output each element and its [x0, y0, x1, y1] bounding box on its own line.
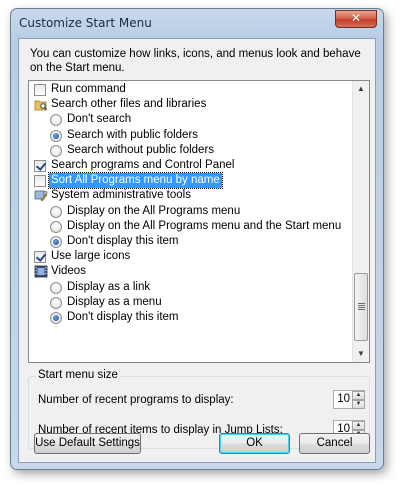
close-icon: ✕	[350, 11, 362, 25]
option-row[interactable]: Don't display this item	[29, 310, 351, 325]
option-label: Display as a link	[67, 280, 151, 293]
option-row[interactable]: Don't display this item	[29, 234, 351, 249]
option-label: Don't search	[67, 113, 132, 126]
spin-up-icon[interactable]: ▲	[352, 391, 365, 400]
scroll-down-arrow-icon[interactable]: ▼	[353, 346, 369, 362]
window-title: Customize Start Menu	[19, 16, 152, 30]
spin-down-icon[interactable]: ▼	[352, 400, 365, 409]
option-row[interactable]: Sort All Programs menu by name	[29, 172, 351, 190]
option-row[interactable]: System administrative tools	[29, 188, 351, 203]
grip-icon	[358, 303, 365, 310]
scrollbar-thumb[interactable]	[354, 273, 368, 341]
option-label: Display as a menu	[67, 295, 162, 308]
option-checkbox[interactable]	[34, 251, 46, 264]
option-label: Sort All Programs menu by name	[48, 172, 223, 190]
title-bar[interactable]: Customize Start Menu ✕	[11, 9, 383, 37]
option-radio[interactable]	[50, 205, 62, 218]
option-row[interactable]: Display as a link	[29, 280, 351, 295]
option-label: Search other files and libraries	[51, 98, 207, 111]
option-radio[interactable]	[50, 114, 62, 127]
option-radio[interactable]	[50, 236, 62, 248]
option-row[interactable]: Display on the All Programs menu and the…	[29, 219, 351, 234]
option-row[interactable]: Search without public folders	[29, 143, 351, 158]
option-label: Videos	[51, 265, 86, 278]
use-default-settings-button[interactable]: Use Default Settings	[34, 433, 141, 454]
option-label: Run command	[51, 83, 126, 95]
option-row[interactable]: Run command	[29, 82, 351, 97]
ok-button[interactable]: OK	[219, 433, 290, 454]
option-row[interactable]: Display as a menu	[29, 295, 351, 310]
recent-programs-label: Number of recent programs to display:	[38, 394, 234, 406]
option-row[interactable]: Search programs and Control Panel	[29, 158, 351, 173]
option-label: Search programs and Control Panel	[51, 159, 235, 171]
spin-up-icon[interactable]: ▲	[352, 421, 365, 430]
option-label: System administrative tools	[51, 189, 191, 202]
option-checkbox[interactable]	[34, 160, 46, 172]
group-title: Start menu size	[36, 369, 120, 381]
option-row[interactable]: Search with public folders	[29, 128, 351, 143]
option-row[interactable]: Videos	[29, 264, 351, 279]
option-radio[interactable]	[50, 144, 62, 157]
dialog-body: You can customize how links, icons, and …	[18, 38, 376, 463]
option-label: Display on the All Programs menu	[67, 204, 241, 217]
recent-programs-value[interactable]: 10	[336, 393, 350, 405]
option-checkbox[interactable]	[34, 175, 46, 188]
options-list: Run command Search other files and librar…	[28, 80, 370, 363]
option-radio[interactable]	[50, 281, 62, 294]
scroll-up-arrow-icon[interactable]: ▲	[353, 81, 369, 97]
option-label: Search without public folders	[67, 143, 215, 156]
option-label: Search with public folders	[67, 128, 199, 141]
close-button[interactable]: ✕	[335, 10, 377, 28]
option-row[interactable]: Use large icons	[29, 249, 351, 264]
option-row[interactable]: Don't search	[29, 112, 351, 127]
option-checkbox[interactable]	[34, 84, 46, 96]
option-radio[interactable]	[50, 220, 62, 233]
option-label: Display on the All Programs menu and the…	[67, 219, 342, 232]
description-text: You can customize how links, icons, and …	[30, 48, 361, 74]
vertical-scrollbar[interactable]: ▲ ▼	[352, 81, 369, 362]
option-radio[interactable]	[50, 312, 62, 324]
cancel-button[interactable]: Cancel	[299, 433, 370, 454]
videos-icon	[34, 265, 48, 278]
option-label: Use large icons	[51, 250, 131, 263]
option-label: Don't display this item	[67, 311, 179, 323]
option-label: Don't display this item	[67, 235, 179, 247]
folder-search-icon	[34, 98, 48, 111]
option-radio[interactable]	[50, 129, 62, 142]
recent-programs-spinner[interactable]: 10 ▲ ▼	[333, 390, 365, 409]
admin-tools-icon	[34, 189, 48, 202]
option-radio[interactable]	[50, 296, 62, 309]
option-row[interactable]: Display on the All Programs menu	[29, 204, 351, 219]
customize-start-menu-dialog: Customize Start Menu ✕ You can customize…	[10, 8, 384, 470]
option-row[interactable]: Search other files and libraries	[29, 97, 351, 112]
